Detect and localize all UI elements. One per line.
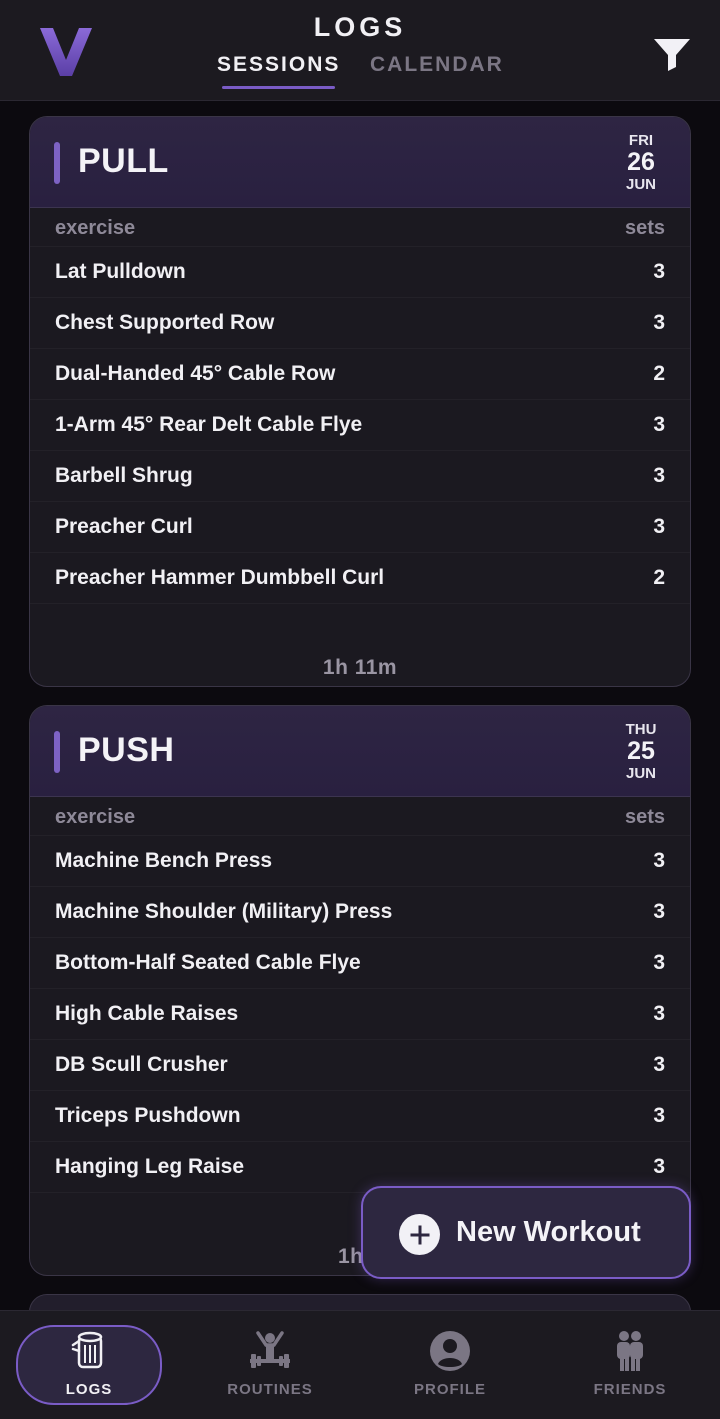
set-count: 3 xyxy=(653,515,665,538)
nav-label: ROUTINES xyxy=(227,1381,313,1398)
nav-item-profile[interactable]: PROFILE xyxy=(377,1325,523,1405)
accent-bar xyxy=(54,731,60,773)
table-row: DB Scull Crusher 3 xyxy=(30,1039,690,1090)
nav-item-logs[interactable]: LOGS xyxy=(16,1325,162,1405)
session-day: 26 xyxy=(627,148,655,176)
exercise-name: Chest Supported Row xyxy=(55,311,275,334)
set-count: 3 xyxy=(653,1104,665,1127)
active-tab-indicator xyxy=(222,86,335,89)
plus-circle-icon xyxy=(399,1214,440,1255)
session-card-header: PUSH THU 25 JUN xyxy=(30,706,690,797)
set-count: 3 xyxy=(653,311,665,334)
session-month: JUN xyxy=(625,176,656,193)
table-row: Hanging Leg Raise 3 xyxy=(30,1141,690,1192)
set-count: 2 xyxy=(653,566,665,589)
exercise-name: Bottom-Half Seated Cable Flye xyxy=(55,951,361,974)
set-count: 3 xyxy=(653,1002,665,1025)
session-date: THU 25 JUN xyxy=(616,722,666,781)
table-row: Machine Bench Press 3 xyxy=(30,835,690,886)
tab-sessions[interactable]: SESSIONS xyxy=(217,53,340,77)
exercise-name: Preacher Curl xyxy=(55,515,193,538)
top-header: LOGS SESSIONS CALENDAR xyxy=(0,0,720,101)
user-circle-icon xyxy=(430,1331,470,1371)
nav-label: LOGS xyxy=(65,1381,113,1398)
filter-icon[interactable] xyxy=(652,36,692,72)
exercise-name: 1-Arm 45° Rear Delt Cable Flye xyxy=(55,413,363,436)
table-row: Chest Supported Row 3 xyxy=(30,297,690,348)
table-row: Barbell Shrug 3 xyxy=(30,450,690,501)
exercise-name: Dual-Handed 45° Cable Row xyxy=(55,362,336,385)
table-row: Machine Shoulder (Military) Press 3 xyxy=(30,886,690,937)
exercise-name: Machine Shoulder (Military) Press xyxy=(55,900,393,923)
exercise-name: Hanging Leg Raise xyxy=(55,1155,245,1178)
nav-label: FRIENDS xyxy=(593,1381,667,1398)
table-row: 1-Arm 45° Rear Delt Cable Flye 3 xyxy=(30,399,690,450)
table-row-empty xyxy=(30,603,690,654)
table-header: exercise sets xyxy=(30,797,690,835)
friends-icon xyxy=(617,1331,643,1371)
bottom-nav: LOGS ROUTINES PROFILE FRIENDS xyxy=(0,1310,720,1419)
session-month: JUN xyxy=(625,765,656,782)
exercise-name: Lat Pulldown xyxy=(55,260,186,283)
table-row: Triceps Pushdown 3 xyxy=(30,1090,690,1141)
exercise-name: Preacher Hammer Dumbbell Curl xyxy=(55,566,385,589)
new-workout-label: New Workout xyxy=(456,1216,641,1248)
accent-bar xyxy=(54,142,60,184)
session-name: PUSH xyxy=(78,731,175,769)
session-duration: 1h 11m xyxy=(322,656,398,679)
table-row: Bottom-Half Seated Cable Flye 3 xyxy=(30,937,690,988)
column-exercise: exercise xyxy=(55,217,136,239)
nav-item-routines[interactable]: ROUTINES xyxy=(197,1325,343,1405)
session-date: FRI 26 JUN xyxy=(616,133,666,192)
exercise-name: Triceps Pushdown xyxy=(55,1104,241,1127)
session-card-header: PULL FRI 26 JUN xyxy=(30,117,690,208)
exercise-name: DB Scull Crusher xyxy=(55,1053,228,1076)
exercise-name: Machine Bench Press xyxy=(55,849,273,872)
table-header: exercise sets xyxy=(30,208,690,246)
session-weekday: FRI xyxy=(628,132,654,149)
table-row: Preacher Curl 3 xyxy=(30,501,690,552)
column-exercise: exercise xyxy=(55,806,136,828)
set-count: 3 xyxy=(653,951,665,974)
set-count: 2 xyxy=(653,362,665,385)
weightlifter-icon xyxy=(250,1331,290,1368)
set-count: 3 xyxy=(653,1053,665,1076)
exercise-name: Barbell Shrug xyxy=(55,464,193,487)
set-count: 3 xyxy=(653,464,665,487)
set-count: 3 xyxy=(653,413,665,436)
table-row: Dual-Handed 45° Cable Row 2 xyxy=(30,348,690,399)
tab-calendar[interactable]: CALENDAR xyxy=(370,53,504,77)
column-sets: sets xyxy=(624,217,665,239)
table-row: High Cable Raises 3 xyxy=(30,988,690,1039)
session-card-pull[interactable]: PULL FRI 26 JUN exercise sets Lat Pulldo… xyxy=(29,116,691,687)
session-day: 25 xyxy=(627,737,655,765)
set-count: 3 xyxy=(653,260,665,283)
column-sets: sets xyxy=(624,806,665,828)
exercise-name: High Cable Raises xyxy=(55,1002,239,1025)
page-title: LOGS xyxy=(313,12,407,42)
new-workout-button[interactable]: New Workout xyxy=(361,1186,691,1279)
session-weekday: THU xyxy=(625,721,657,738)
nav-item-friends[interactable]: FRIENDS xyxy=(557,1325,703,1405)
log-icon xyxy=(71,1331,103,1369)
table-row: Lat Pulldown 3 xyxy=(30,246,690,297)
table-row: Preacher Hammer Dumbbell Curl 2 xyxy=(30,552,690,603)
set-count: 3 xyxy=(653,849,665,872)
session-name: PULL xyxy=(78,142,169,180)
set-count: 3 xyxy=(653,900,665,923)
nav-label: PROFILE xyxy=(413,1381,486,1398)
set-count: 3 xyxy=(653,1155,665,1178)
